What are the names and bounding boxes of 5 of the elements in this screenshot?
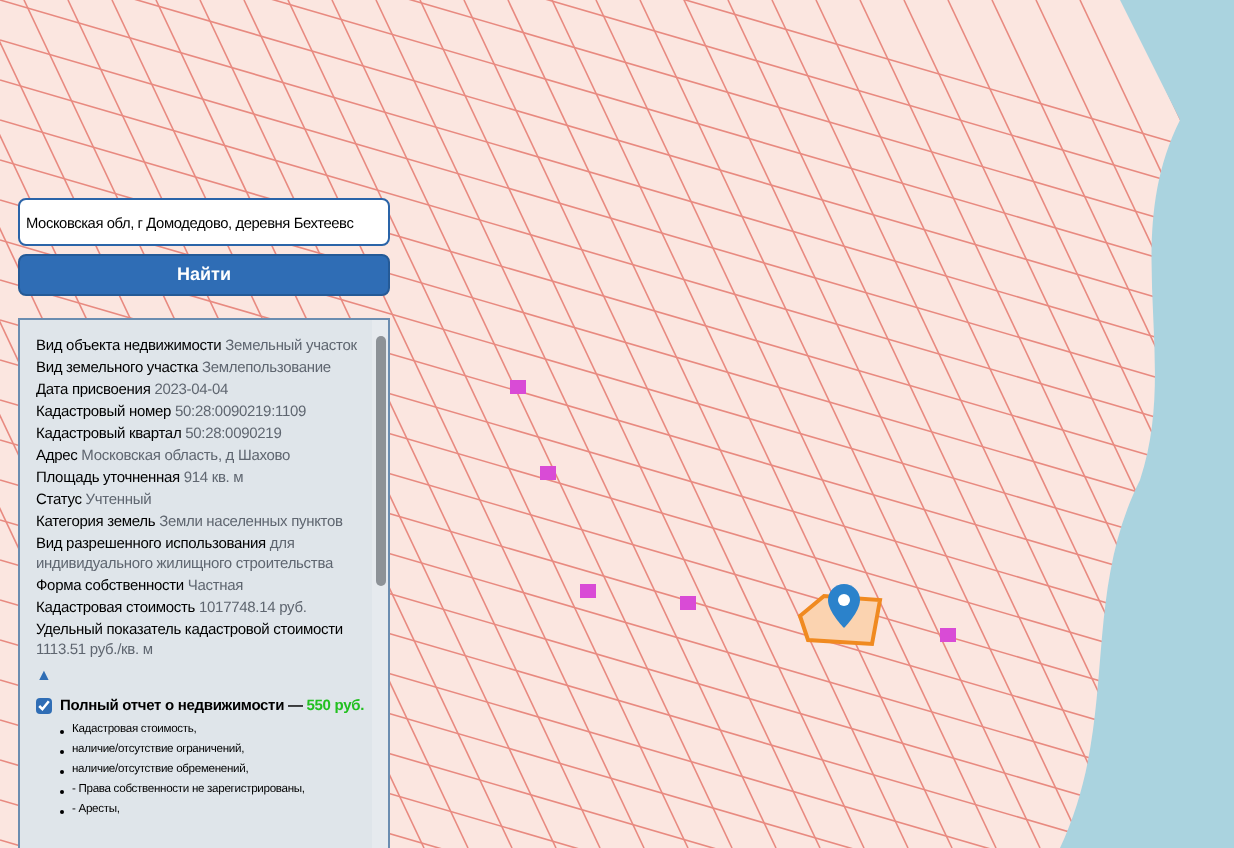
collapse-toggle[interactable]: ▲ bbox=[36, 666, 52, 686]
report-checkbox[interactable] bbox=[36, 698, 52, 714]
scrollbar[interactable] bbox=[372, 320, 388, 848]
map-pin-icon[interactable] bbox=[828, 584, 860, 628]
search-button[interactable]: Найти bbox=[18, 254, 390, 296]
